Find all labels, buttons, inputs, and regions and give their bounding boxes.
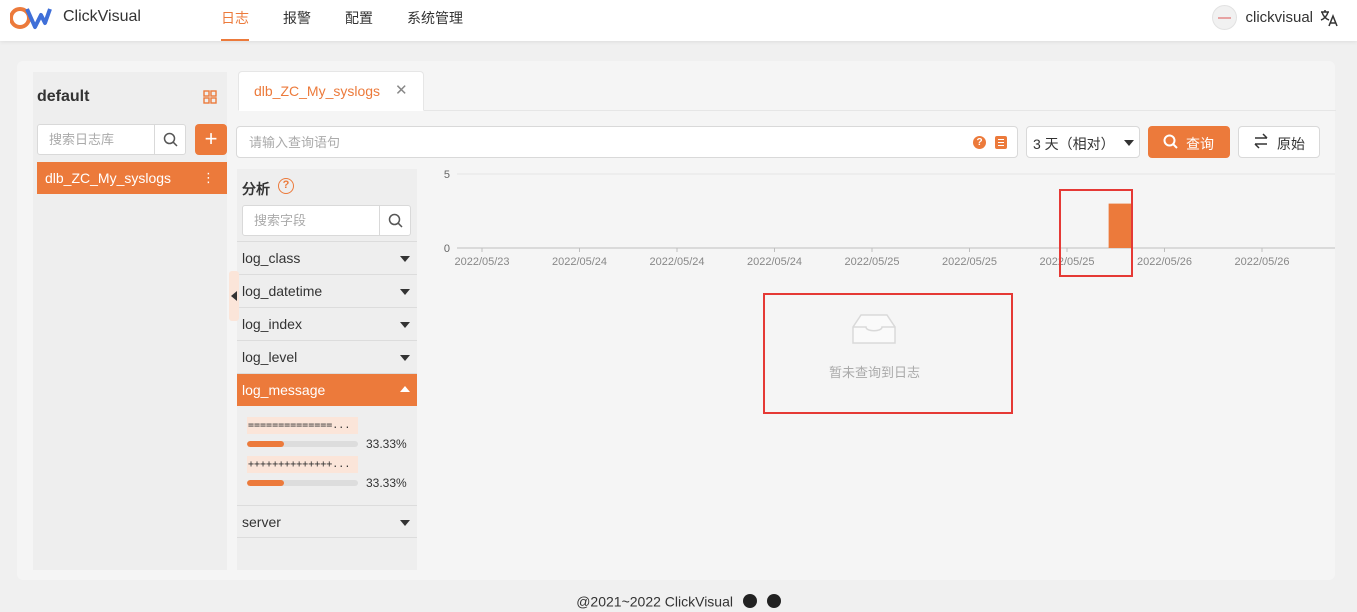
user-menu[interactable]: clickvisual	[1212, 5, 1313, 30]
x-tick-label: 2022/05/25	[844, 256, 899, 268]
field-search	[242, 205, 411, 236]
y-tick-label: 0	[444, 243, 450, 255]
nav-system[interactable]: 系统管理	[396, 0, 474, 41]
highlight-box-bar	[1059, 189, 1133, 277]
time-range-select[interactable]: 3 天（相对）	[1026, 126, 1140, 158]
field-value-bar-fill	[247, 480, 284, 486]
field-row-log-level[interactable]: log_level	[237, 340, 417, 373]
tab-syslogs[interactable]: dlb_ZC_My_syslogs ✕	[238, 71, 424, 111]
field-value-item[interactable]: ++++++++++++++... 33.33%	[247, 456, 412, 494]
x-tick-label: 2022/05/24	[552, 256, 607, 268]
nav-config[interactable]: 配置	[334, 0, 384, 41]
top-header: ClickVisual 日志 报警 配置 系统管理 clickvisual	[0, 0, 1357, 41]
field-value-bar	[247, 441, 358, 447]
field-value-text[interactable]: ++++++++++++++...	[247, 456, 358, 473]
table-item-label: dlb_ZC_My_syslogs	[45, 170, 172, 186]
nav-logs[interactable]: 日志	[210, 0, 260, 41]
log-tabbar: dlb_ZC_My_syslogs ✕	[238, 71, 1336, 111]
avatar[interactable]	[1212, 5, 1238, 30]
empty-inbox-icon	[852, 314, 896, 344]
search-button[interactable]: 查询	[1148, 126, 1230, 158]
histogram-svg: 5 0 2022/05/23 2022/05/24 2022/05/24 2022/05/…	[444, 169, 1335, 268]
github-icon[interactable]	[742, 594, 757, 609]
brand-name: ClickVisual	[63, 8, 141, 25]
field-name: server	[242, 514, 281, 530]
search-button-label: 查询	[1186, 136, 1214, 152]
nav-alarm[interactable]: 报警	[272, 0, 322, 41]
field-value-bar-fill	[247, 441, 284, 447]
query-bar: ?	[236, 126, 1018, 158]
table-item[interactable]: dlb_ZC_My_syslogs ⋮	[37, 162, 227, 194]
caret-down-icon	[400, 355, 410, 361]
query-help-icon[interactable]: ?	[973, 136, 986, 149]
collapse-panel-handle[interactable]	[229, 271, 239, 321]
translate-icon[interactable]	[1319, 8, 1339, 28]
main-nav: 日志 报警 配置 系统管理	[210, 0, 486, 41]
table-search	[37, 124, 186, 155]
more-icon[interactable]: ⋮	[202, 162, 215, 194]
database-title: default	[37, 88, 90, 105]
analysis-title: 分析	[242, 181, 270, 197]
caret-down-icon	[400, 520, 410, 526]
query-history-icon[interactable]	[995, 136, 1007, 149]
field-name: log_index	[242, 316, 302, 332]
main-panel: default + dlb_ZC_My_syslogs ⋮ dlb_ZC_My_…	[17, 61, 1336, 580]
y-tick-label: 5	[444, 169, 450, 181]
swap-icon	[1254, 133, 1268, 149]
footer-text: @2021~2022 ClickVisual	[576, 593, 733, 610]
x-tick-label: 2022/05/25	[942, 256, 997, 268]
search-icon	[1163, 134, 1178, 149]
table-search-button[interactable]	[154, 125, 185, 154]
x-tick-label: 2022/05/24	[649, 256, 704, 268]
database-panel: default + dlb_ZC_My_syslogs ⋮	[33, 72, 227, 570]
field-name: log_message	[242, 382, 326, 398]
help-icon[interactable]: ?	[278, 178, 294, 194]
query-input[interactable]	[237, 127, 957, 157]
field-search-input[interactable]	[243, 206, 379, 235]
caret-down-icon	[400, 322, 410, 328]
field-row-log-datetime[interactable]: log_datetime	[237, 274, 417, 307]
field-value-bar	[247, 480, 358, 486]
field-row-server[interactable]: server	[237, 505, 417, 538]
search-icon	[388, 213, 403, 228]
field-row-log-class[interactable]: log_class	[237, 241, 417, 274]
username[interactable]: clickvisual	[1245, 9, 1313, 26]
docs-icon[interactable]	[766, 594, 781, 609]
caret-down-icon	[400, 289, 410, 295]
chevron-down-icon	[1124, 140, 1134, 146]
raw-button[interactable]: 原始	[1238, 126, 1320, 158]
clickvisual-logo[interactable]	[10, 5, 52, 31]
x-tick-label: 2022/05/24	[747, 256, 802, 268]
field-value-item[interactable]: ==============... 33.33%	[247, 417, 412, 455]
time-range-value: 3 天（相对）	[1033, 136, 1115, 152]
caret-up-icon	[400, 386, 410, 392]
field-name: log_datetime	[242, 283, 323, 299]
field-search-button[interactable]	[379, 206, 410, 235]
caret-down-icon	[400, 256, 410, 262]
x-tick-label: 2022/05/23	[454, 256, 509, 268]
field-analysis-panel: 分析 ? log_class log_datetime log_index lo…	[237, 169, 417, 570]
search-icon	[163, 132, 178, 147]
field-value-percent: 33.33%	[366, 476, 407, 490]
x-tick-label: 2022/05/26	[1234, 256, 1289, 268]
x-tick-label: 2022/05/26	[1137, 256, 1192, 268]
switch-database-icon[interactable]	[203, 90, 217, 104]
field-value-percent: 33.33%	[366, 437, 407, 451]
raw-button-label: 原始	[1277, 136, 1305, 152]
field-row-log-message[interactable]: log_message	[237, 373, 417, 406]
empty-state-text: 暂未查询到日志	[828, 365, 920, 380]
empty-state: 暂未查询到日志	[763, 293, 1013, 413]
field-name: log_class	[242, 250, 301, 266]
field-row-log-index[interactable]: log_index	[237, 307, 417, 340]
add-table-button[interactable]: +	[195, 124, 227, 155]
field-value-text[interactable]: ==============...	[247, 417, 358, 434]
log-histogram: 5 0 2022/05/23 2022/05/24 2022/05/24 2022/05/…	[417, 169, 1335, 279]
field-name: log_level	[242, 349, 298, 365]
table-search-input[interactable]	[38, 125, 155, 154]
close-icon[interactable]: ✕	[395, 81, 408, 99]
footer: @2021~2022 ClickVisual	[0, 592, 1357, 609]
tab-label: dlb_ZC_My_syslogs	[254, 83, 381, 99]
